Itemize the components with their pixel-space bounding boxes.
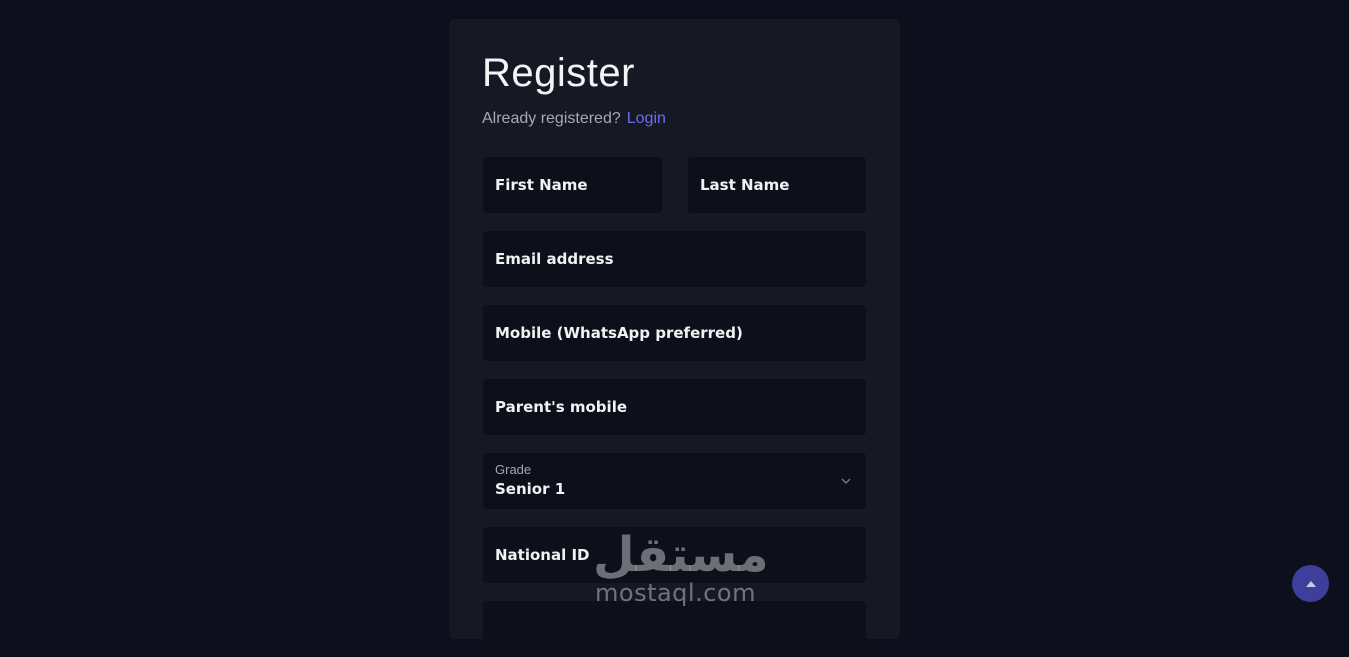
last-name-placeholder: Last Name [700, 176, 790, 194]
arrow-up-icon [1305, 580, 1316, 587]
page-title: Register [482, 51, 635, 95]
already-registered-text: Already registered? [482, 110, 621, 127]
parent-mobile-field[interactable]: Parent's mobile [483, 379, 866, 435]
register-card: Register Already registered? Login First … [449, 19, 900, 657]
parent-mobile-placeholder: Parent's mobile [495, 398, 628, 416]
email-field[interactable]: Email address [483, 231, 866, 287]
chevron-down-icon [841, 478, 851, 484]
email-placeholder: Email address [495, 250, 614, 268]
national-id-placeholder: National ID [495, 546, 590, 564]
next-field[interactable] [483, 601, 866, 657]
grade-label: Grade [495, 462, 532, 477]
grade-select[interactable]: Grade Senior 1 [483, 453, 866, 509]
first-name-field[interactable]: First Name [483, 157, 662, 213]
login-prompt: Already registered? Login [482, 110, 666, 128]
grade-value: Senior 1 [495, 480, 566, 498]
mobile-field[interactable]: Mobile (WhatsApp preferred) [483, 305, 866, 361]
login-link[interactable]: Login [627, 110, 666, 127]
national-id-field[interactable]: National ID [483, 527, 866, 583]
last-name-field[interactable]: Last Name [688, 157, 866, 213]
mobile-placeholder: Mobile (WhatsApp preferred) [495, 324, 743, 342]
scroll-top-button[interactable] [1292, 565, 1329, 602]
first-name-placeholder: First Name [495, 176, 588, 194]
